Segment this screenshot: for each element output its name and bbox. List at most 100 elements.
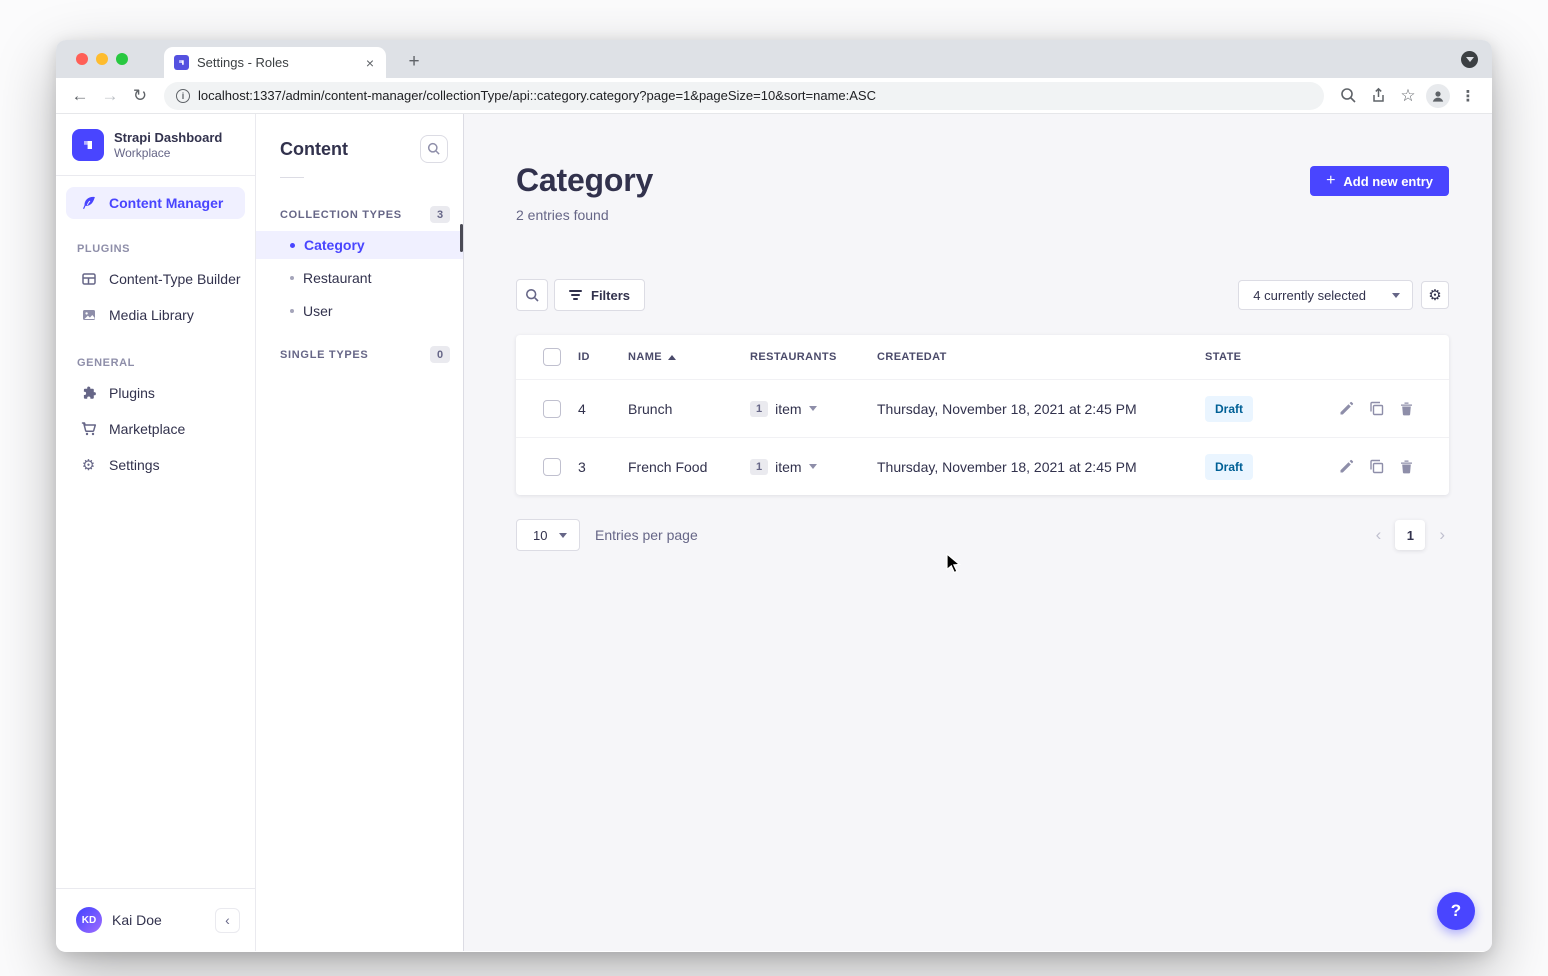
column-header-createdat[interactable]: CREATEDAT — [877, 351, 1205, 363]
new-tab-button[interactable]: + — [400, 48, 428, 76]
close-window-button[interactable] — [76, 53, 88, 65]
entries-per-page-label: Entries per page — [595, 527, 698, 543]
subnav-item-restaurant[interactable]: Restaurant — [256, 264, 463, 292]
sidebar-section-plugins: PLUGINS — [56, 219, 255, 261]
collapse-sidebar-button[interactable]: ‹ — [215, 908, 240, 933]
row-actions — [1339, 401, 1449, 416]
sidebar-item-label: Plugins — [109, 385, 155, 401]
column-header-restaurants[interactable]: RESTAURANTS — [750, 351, 877, 363]
duplicate-icon — [1369, 401, 1384, 416]
add-new-entry-label: Add new entry — [1343, 174, 1433, 189]
pagination-bar: 10 Entries per page ‹ 1 › — [516, 519, 1449, 551]
edit-button[interactable] — [1339, 401, 1354, 416]
tab-close-icon[interactable]: × — [364, 55, 376, 71]
cell-restaurants[interactable]: 1 item — [750, 459, 877, 475]
next-page-button[interactable]: › — [1435, 525, 1449, 545]
duplicate-button[interactable] — [1369, 401, 1384, 416]
column-header-state[interactable]: STATE — [1205, 351, 1339, 363]
shopping-cart-icon — [80, 421, 97, 437]
sidebar-item-content-type-builder[interactable]: Content-Type Builder — [56, 261, 255, 297]
browser-tab[interactable]: Settings - Roles × — [164, 47, 386, 78]
sidebar-item-label: Settings — [109, 457, 160, 473]
search-icon — [525, 288, 540, 303]
single-types-label: SINGLE TYPES — [280, 349, 368, 361]
gear-icon: ⚙ — [80, 458, 97, 473]
subnav-item-label: User — [303, 303, 333, 319]
table-settings-button[interactable]: ⚙ — [1421, 281, 1449, 309]
subnav-item-user[interactable]: User — [256, 297, 463, 325]
add-new-entry-button[interactable]: + Add new entry — [1310, 166, 1449, 196]
duplicate-icon — [1369, 459, 1384, 474]
delete-button[interactable] — [1399, 401, 1414, 416]
table-search-button[interactable] — [516, 279, 548, 311]
chevron-down-icon — [1466, 57, 1474, 62]
sidebar-item-label: Content-Type Builder — [109, 271, 241, 287]
browser-menu-icon[interactable]: ⋮ — [1454, 82, 1482, 110]
workspace-header[interactable]: Strapi Dashboard Workplace — [56, 114, 255, 176]
table-row[interactable]: 4 Brunch 1 item Thursday, November 18, 2… — [516, 379, 1449, 437]
cell-name: French Food — [628, 459, 750, 475]
page-title: Category — [516, 162, 653, 199]
back-button[interactable]: ← — [66, 82, 94, 110]
edit-button[interactable] — [1339, 459, 1354, 474]
columns-select-value: 4 currently selected — [1253, 288, 1366, 303]
image-icon — [80, 307, 97, 323]
forward-button[interactable]: → — [96, 82, 124, 110]
select-all-checkbox[interactable] — [543, 348, 561, 366]
sidebar-item-label: Marketplace — [109, 421, 185, 437]
table-row[interactable]: 3 French Food 1 item Thursday, November … — [516, 437, 1449, 495]
cell-name: Brunch — [628, 401, 750, 417]
help-button[interactable]: ? — [1437, 892, 1475, 930]
sidebar-section-general: GENERAL — [56, 333, 255, 375]
relation-label: item — [775, 401, 801, 417]
tab-search-button[interactable] — [1461, 51, 1478, 68]
entries-found-text: 2 entries found — [516, 207, 653, 223]
previous-page-button[interactable]: ‹ — [1372, 525, 1386, 545]
sort-ascending-icon — [668, 355, 676, 360]
minimize-window-button[interactable] — [96, 53, 108, 65]
page-size-select[interactable]: 10 — [516, 519, 580, 551]
main-content: Category 2 entries found + Add new entry — [464, 114, 1492, 951]
column-header-name[interactable]: NAME — [628, 351, 750, 363]
columns-select[interactable]: 4 currently selected — [1238, 280, 1413, 310]
strapi-logo-icon — [72, 129, 104, 161]
row-checkbox[interactable] — [543, 400, 561, 418]
page-heading: Category 2 entries found — [516, 162, 653, 223]
puzzle-icon — [80, 385, 97, 401]
reload-button[interactable]: ↻ — [126, 82, 154, 110]
bookmark-star-icon[interactable]: ☆ — [1394, 82, 1422, 110]
site-info-icon[interactable]: i — [176, 89, 190, 103]
column-header-id[interactable]: ID — [578, 351, 628, 363]
subnav-search-button[interactable] — [420, 135, 448, 163]
entries-table: ID NAME RESTAURANTS CREATEDAT STATE 4 — [516, 335, 1449, 495]
trash-icon — [1399, 401, 1414, 416]
profile-avatar-icon[interactable] — [1424, 82, 1452, 110]
address-bar[interactable]: i localhost:1337/admin/content-manager/c… — [164, 82, 1324, 110]
zoom-search-icon[interactable] — [1334, 82, 1362, 110]
sidebar-item-marketplace[interactable]: Marketplace — [56, 411, 255, 447]
cell-restaurants[interactable]: 1 item — [750, 401, 877, 417]
sidebar-user-row: KD Kai Doe ‹ — [56, 888, 255, 951]
sidebar-item-content-manager[interactable]: Content Manager — [66, 187, 245, 219]
cell-id: 3 — [578, 459, 628, 475]
user-avatar[interactable]: KD — [76, 907, 102, 933]
draft-status-badge: Draft — [1205, 454, 1253, 480]
row-checkbox[interactable] — [543, 458, 561, 476]
browser-window: Settings - Roles × + ← → ↻ i localhost:1… — [56, 40, 1492, 952]
filters-button[interactable]: Filters — [554, 279, 645, 311]
delete-button[interactable] — [1399, 459, 1414, 474]
subnav-scrollbar-thumb[interactable] — [460, 224, 463, 252]
share-icon[interactable] — [1364, 82, 1392, 110]
duplicate-button[interactable] — [1369, 459, 1384, 474]
relation-label: item — [775, 459, 801, 475]
subnav-item-category[interactable]: Category — [256, 231, 463, 259]
sidebar-item-plugins[interactable]: Plugins — [56, 375, 255, 411]
sidebar-item-media-library[interactable]: Media Library — [56, 297, 255, 333]
user-name[interactable]: Kai Doe — [112, 912, 205, 928]
single-types-count-badge: 0 — [430, 346, 450, 363]
main-sidebar: Strapi Dashboard Workplace Content Manag… — [56, 114, 256, 951]
maximize-window-button[interactable] — [116, 53, 128, 65]
sidebar-item-settings[interactable]: ⚙ Settings — [56, 447, 255, 483]
current-page-button[interactable]: 1 — [1395, 520, 1425, 550]
pencil-icon — [1339, 459, 1354, 474]
